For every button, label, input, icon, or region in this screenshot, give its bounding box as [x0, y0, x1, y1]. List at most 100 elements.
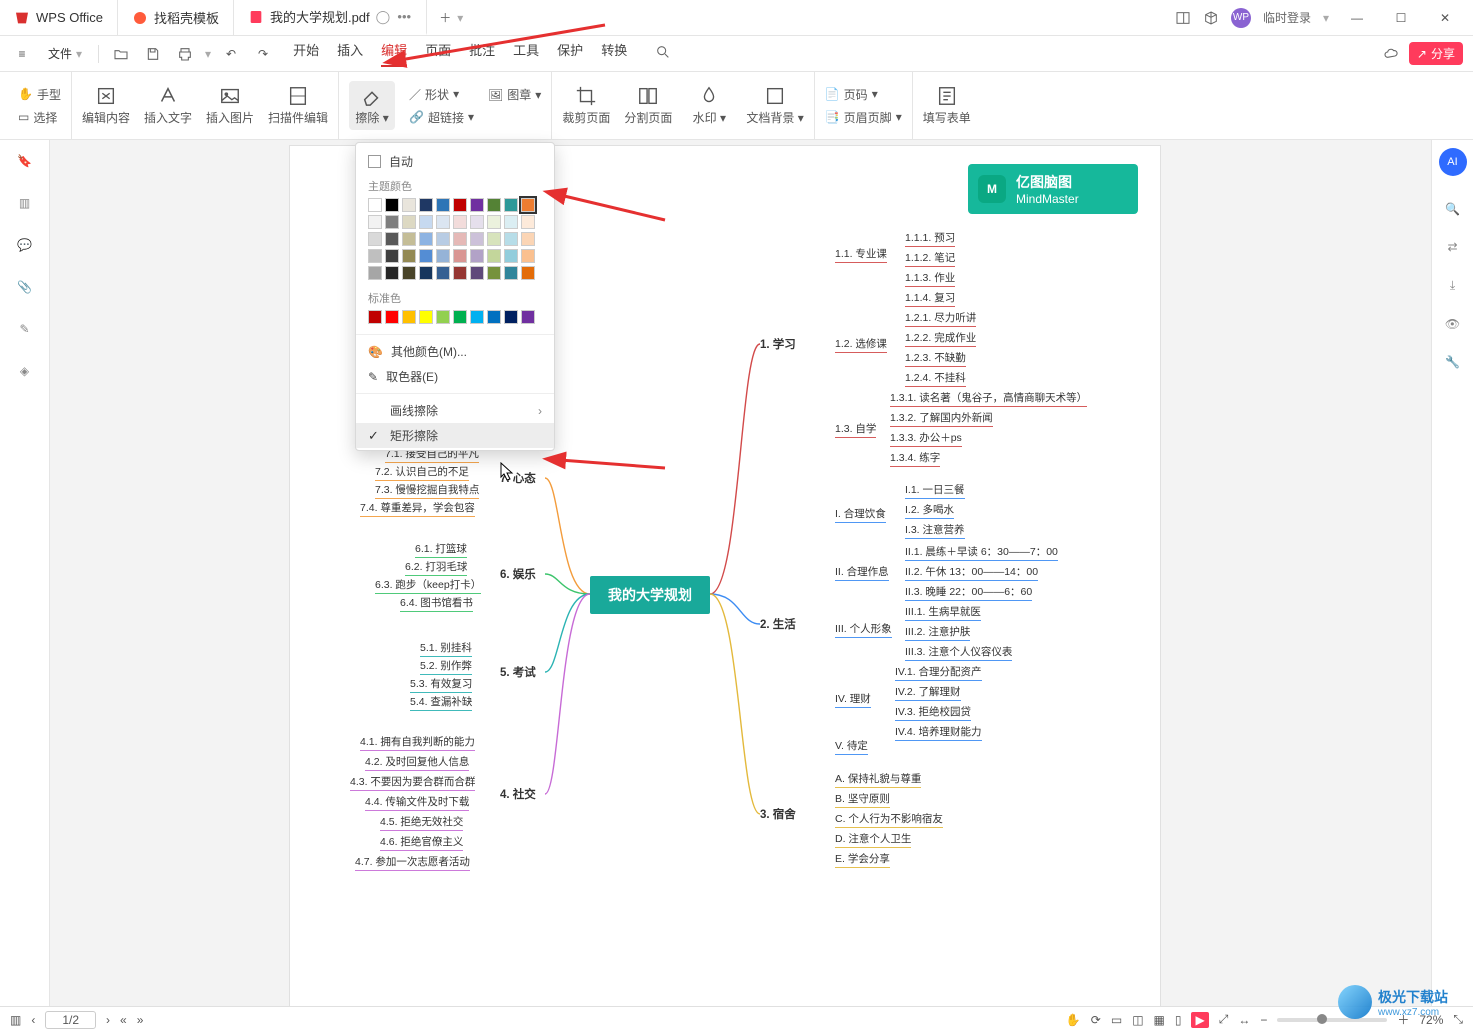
sb-page[interactable]: 1/2: [45, 1011, 96, 1029]
watermark-tool[interactable]: 水印 ▾: [686, 85, 732, 126]
doc-bg-tool[interactable]: 文档背景 ▾: [746, 85, 803, 126]
swatch[interactable]: [368, 198, 382, 212]
document-area[interactable]: M 亿图脑图 MindMaster 我的大学规划 1. 学习 2. 生活 3. …: [50, 140, 1431, 1006]
insert-text[interactable]: 插入文字: [144, 85, 192, 126]
swatch[interactable]: [470, 198, 484, 212]
swatch[interactable]: [470, 232, 484, 246]
swatch[interactable]: [521, 232, 535, 246]
swatch[interactable]: [504, 310, 518, 324]
rs-tools-icon[interactable]: 🔧: [1445, 355, 1460, 369]
swatch[interactable]: [453, 215, 467, 229]
swatch[interactable]: [487, 215, 501, 229]
swatch[interactable]: [470, 249, 484, 263]
rs-convert-icon[interactable]: ⇄: [1447, 240, 1457, 254]
swatch[interactable]: [402, 249, 416, 263]
layers-icon[interactable]: ◈: [20, 364, 29, 378]
swatch[interactable]: [368, 232, 382, 246]
swatch[interactable]: [385, 232, 399, 246]
tab-templates[interactable]: 找稻壳模板: [118, 0, 234, 35]
swatch[interactable]: [521, 266, 535, 280]
swatch[interactable]: [487, 198, 501, 212]
swatch[interactable]: [436, 249, 450, 263]
split-page[interactable]: 分割页面: [624, 85, 672, 126]
hand-tool[interactable]: ✋手型: [18, 86, 61, 103]
share-button[interactable]: ↗ 分享: [1409, 42, 1463, 65]
swatch[interactable]: [453, 198, 467, 212]
swatch[interactable]: [419, 232, 433, 246]
swatch[interactable]: [402, 215, 416, 229]
menu-start[interactable]: 开始: [293, 40, 319, 67]
tab-mode-icon[interactable]: ◯: [376, 9, 391, 25]
swatch[interactable]: [436, 232, 450, 246]
comments-icon[interactable]: 💬: [17, 238, 32, 252]
dd-line-erase[interactable]: 画线擦除: [356, 398, 554, 423]
zoom-slider[interactable]: [1277, 1018, 1387, 1022]
swatch[interactable]: [453, 310, 467, 324]
rs-search-icon[interactable]: 🔍: [1445, 202, 1460, 216]
dd-auto[interactable]: 自动: [356, 149, 554, 174]
crop-page[interactable]: 裁剪页面: [562, 85, 610, 126]
insert-image[interactable]: 插入图片: [206, 85, 254, 126]
sb-zoom-out[interactable]: −: [1260, 1013, 1267, 1027]
swatch[interactable]: [368, 215, 382, 229]
swatch[interactable]: [453, 266, 467, 280]
sb-view3-icon[interactable]: ▦: [1154, 1013, 1165, 1027]
dd-more-colors[interactable]: 🎨其他颜色(M)...: [356, 339, 554, 364]
sb-zoom-value[interactable]: 72%: [1419, 1013, 1443, 1027]
qa-open-icon[interactable]: [109, 42, 133, 66]
menu-tools[interactable]: 工具: [513, 40, 539, 67]
cube-icon[interactable]: [1203, 10, 1219, 26]
dd-eyedropper[interactable]: ✎取色器(E): [356, 364, 554, 389]
edit-icon[interactable]: ✎: [19, 322, 29, 336]
swatch[interactable]: [470, 310, 484, 324]
swatch[interactable]: [385, 310, 399, 324]
swatch[interactable]: [487, 310, 501, 324]
swatch[interactable]: [368, 266, 382, 280]
swatch[interactable]: [402, 266, 416, 280]
swatch[interactable]: [504, 215, 518, 229]
sb-view1-icon[interactable]: ▭: [1111, 1013, 1122, 1027]
swatch[interactable]: [436, 215, 450, 229]
shape-tool[interactable]: ／形状 ▾: [409, 86, 474, 103]
sb-view2-icon[interactable]: ◫: [1132, 1013, 1143, 1027]
swatch[interactable]: [368, 310, 382, 324]
link-tool[interactable]: 🔗超链接 ▾: [409, 109, 474, 126]
menu-insert[interactable]: 插入: [337, 40, 363, 67]
swatch[interactable]: [504, 232, 518, 246]
scan-edit[interactable]: 扫描件编辑: [268, 85, 328, 126]
swatch[interactable]: [385, 215, 399, 229]
swatch[interactable]: [419, 266, 433, 280]
sb-next-icon[interactable]: ›: [106, 1013, 110, 1027]
tab-wps-home[interactable]: WPS Office: [0, 0, 118, 35]
login-text[interactable]: 临时登录: [1263, 9, 1311, 26]
menu-edit[interactable]: 编辑: [381, 40, 407, 67]
header-footer[interactable]: 📑页眉页脚 ▾: [825, 109, 902, 126]
swatch[interactable]: [368, 249, 382, 263]
swatch[interactable]: [504, 249, 518, 263]
swatch[interactable]: [470, 266, 484, 280]
sb-fit-icon[interactable]: ⤢: [1219, 1012, 1229, 1027]
swatch[interactable]: [487, 249, 501, 263]
swatch[interactable]: [385, 249, 399, 263]
fill-form[interactable]: 填写表单: [923, 85, 971, 126]
swatch[interactable]: [385, 198, 399, 212]
swatch[interactable]: [453, 232, 467, 246]
swatch-selected[interactable]: [521, 198, 535, 212]
swatch[interactable]: [470, 215, 484, 229]
swatch[interactable]: [402, 232, 416, 246]
edit-content[interactable]: 编辑内容: [82, 85, 130, 126]
swatch[interactable]: [487, 266, 501, 280]
sb-first-icon[interactable]: «: [120, 1013, 127, 1027]
swatch[interactable]: [436, 266, 450, 280]
sb-last-icon[interactable]: »: [137, 1013, 144, 1027]
rs-ocr-icon[interactable]: 👁: [1445, 317, 1460, 331]
menu-page[interactable]: 页面: [425, 40, 451, 67]
ai-icon[interactable]: AI: [1439, 148, 1467, 176]
swatch[interactable]: [436, 310, 450, 324]
menu-protect[interactable]: 保护: [557, 40, 583, 67]
swatch[interactable]: [504, 198, 518, 212]
swatch[interactable]: [402, 198, 416, 212]
sb-zoom-in[interactable]: ＋: [1397, 1011, 1409, 1028]
dd-rect-erase[interactable]: ✓矩形擦除: [356, 423, 554, 448]
sb-expand-icon[interactable]: ⤡: [1453, 1012, 1463, 1027]
